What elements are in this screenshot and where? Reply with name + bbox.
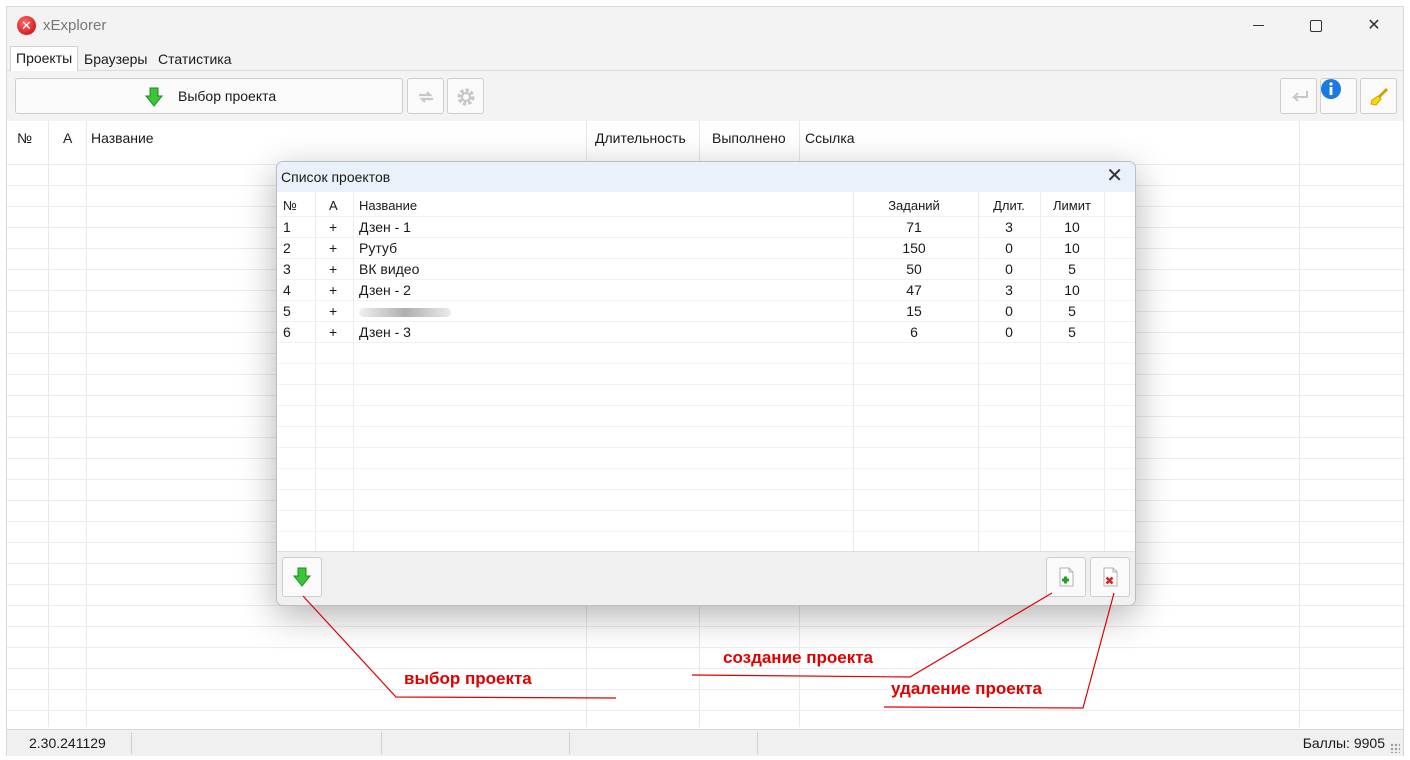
annotation-lines [302, 592, 1115, 709]
annotation-create-project: создание проекта [723, 648, 873, 667]
annotation-delete-project: удаление проекта [891, 679, 1042, 698]
annotation-select-project: выбор проекта [404, 669, 532, 688]
